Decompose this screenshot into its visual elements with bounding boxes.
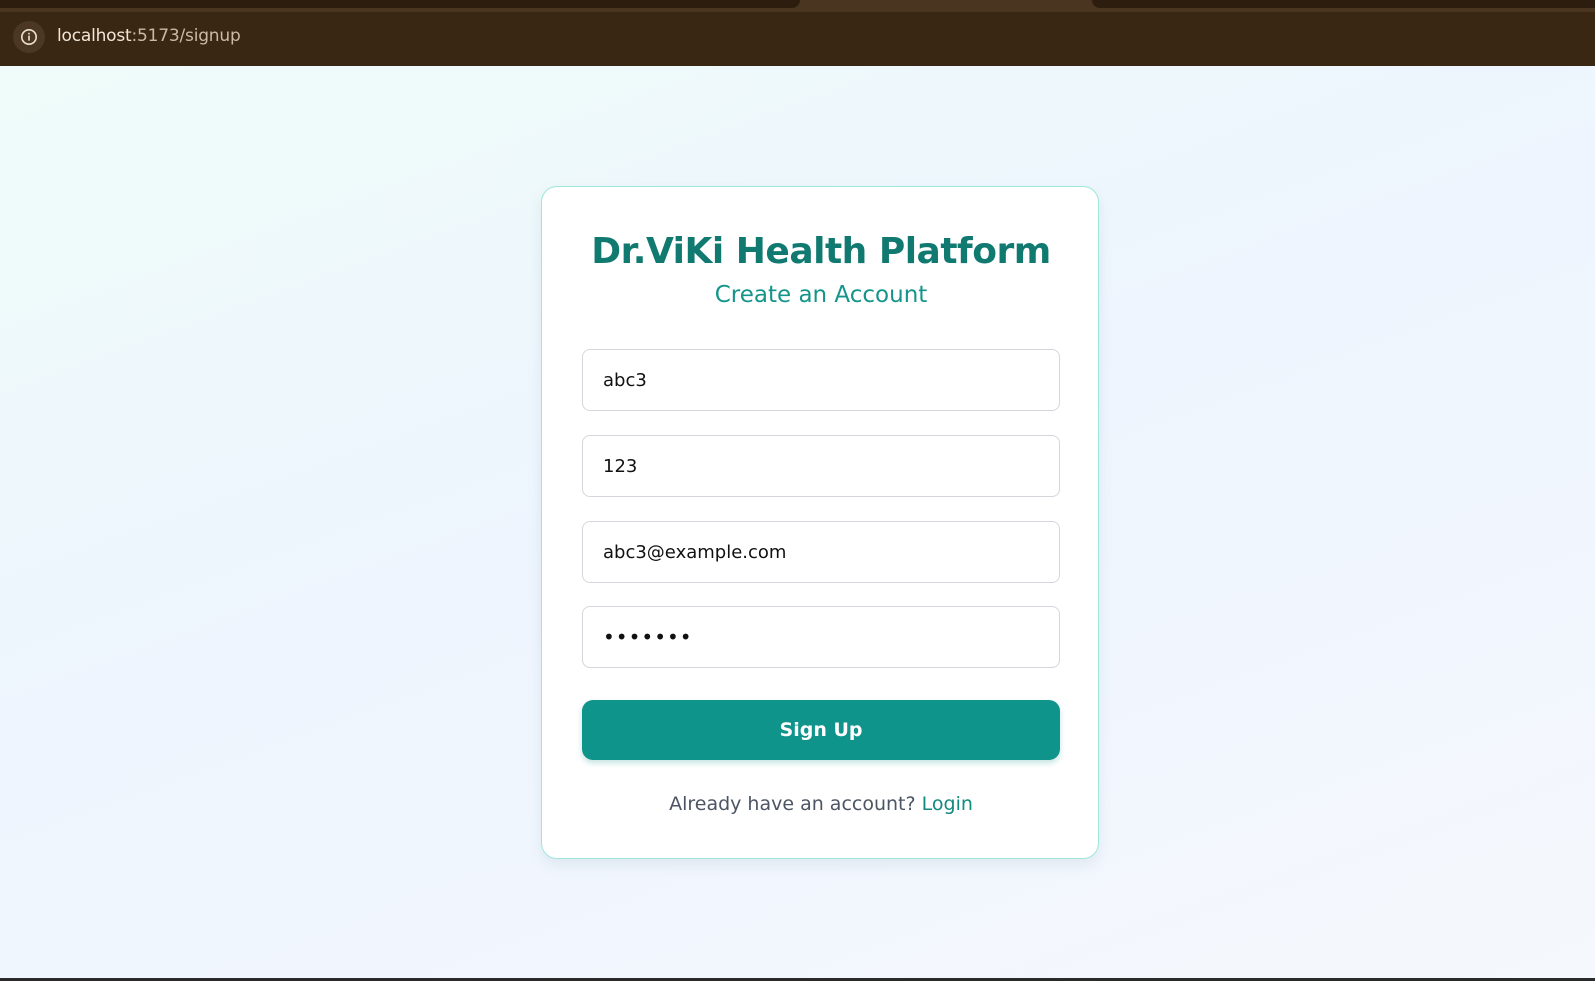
browser-tab-right[interactable] xyxy=(1092,0,1595,8)
url-path: :5173/signup xyxy=(131,26,241,46)
signup-card: Dr.ViKi Health Platform Create an Accoun… xyxy=(541,186,1099,859)
page-title: Dr.ViKi Health Platform xyxy=(591,231,1051,272)
email-value: abc3@example.com xyxy=(603,541,787,563)
phone-field[interactable]: 123 xyxy=(582,435,1060,497)
page-subtitle: Create an Account xyxy=(714,282,928,308)
browser-tab-left[interactable] xyxy=(0,0,800,8)
browser-chrome: localhost:5173/signup xyxy=(0,0,1595,66)
login-prompt-text: Already have an account? xyxy=(669,793,916,815)
url-text[interactable]: localhost:5173/signup xyxy=(57,26,241,46)
info-circle-icon xyxy=(20,28,38,46)
password-value: ••••••• xyxy=(603,625,693,649)
login-prompt: Already have an account? Login xyxy=(542,793,1100,815)
site-info-button[interactable] xyxy=(13,21,45,53)
url-host: localhost xyxy=(57,26,132,46)
username-field[interactable]: abc3 xyxy=(582,349,1060,411)
login-link[interactable]: Login xyxy=(922,793,973,815)
email-field[interactable]: abc3@example.com xyxy=(582,521,1060,583)
signup-button-label: Sign Up xyxy=(779,719,863,741)
tab-strip xyxy=(0,0,1595,12)
username-value: abc3 xyxy=(603,369,647,391)
phone-value: 123 xyxy=(603,455,638,477)
password-field[interactable]: ••••••• xyxy=(582,606,1060,668)
signup-button[interactable]: Sign Up xyxy=(582,700,1060,760)
